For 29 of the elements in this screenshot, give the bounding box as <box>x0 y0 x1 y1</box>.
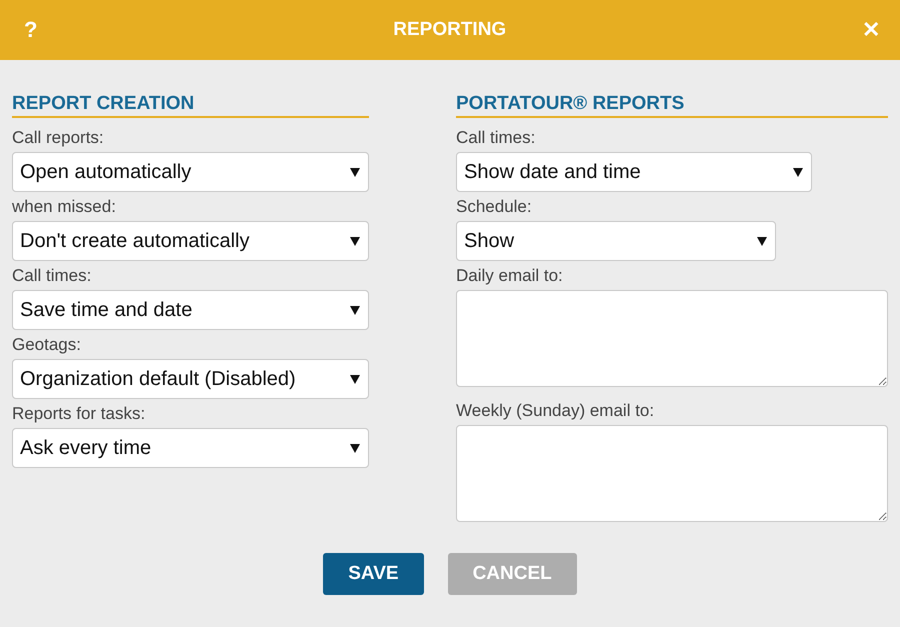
section-heading: REPORT CREATION <box>12 92 369 118</box>
dropdown-field[interactable]: Organization default (Disabled) <box>12 359 369 399</box>
dropdown-field[interactable]: Open automatically <box>12 152 369 192</box>
dropdown-field[interactable]: Show date and time <box>456 152 812 192</box>
dropdown-field[interactable]: Don't create automatically <box>12 221 369 261</box>
field-label: Geotags: <box>12 334 82 356</box>
dropdown-field[interactable]: Save time and date <box>12 290 369 330</box>
caret-icon <box>350 168 360 176</box>
email-field[interactable] <box>456 425 888 522</box>
field-label: Daily email to: <box>456 265 564 287</box>
dropdown-field[interactable]: Ask every time <box>12 428 369 468</box>
field-label: Call times: <box>456 127 536 149</box>
field-label: when missed: <box>12 196 117 218</box>
save-button[interactable]: SAVE <box>323 553 424 595</box>
field-label: Weekly (Sunday) email to: <box>456 400 656 422</box>
caret-icon <box>350 374 360 384</box>
field-label: Reports for tasks: <box>12 403 146 425</box>
email-field[interactable] <box>456 290 888 387</box>
caret-icon <box>350 306 360 314</box>
field-label: Schedule: <box>456 196 533 218</box>
window-title: REPORTING <box>393 19 506 41</box>
caret-icon <box>757 236 767 246</box>
section-heading: PORTATOUR® REPORTS <box>456 92 888 118</box>
caret-icon <box>350 236 360 246</box>
caret-icon <box>350 444 360 452</box>
field-label: Call reports: <box>12 127 105 149</box>
field-label: Call times: <box>12 265 92 287</box>
caret-icon <box>793 168 803 176</box>
dropdown-field[interactable]: Show <box>456 221 776 261</box>
